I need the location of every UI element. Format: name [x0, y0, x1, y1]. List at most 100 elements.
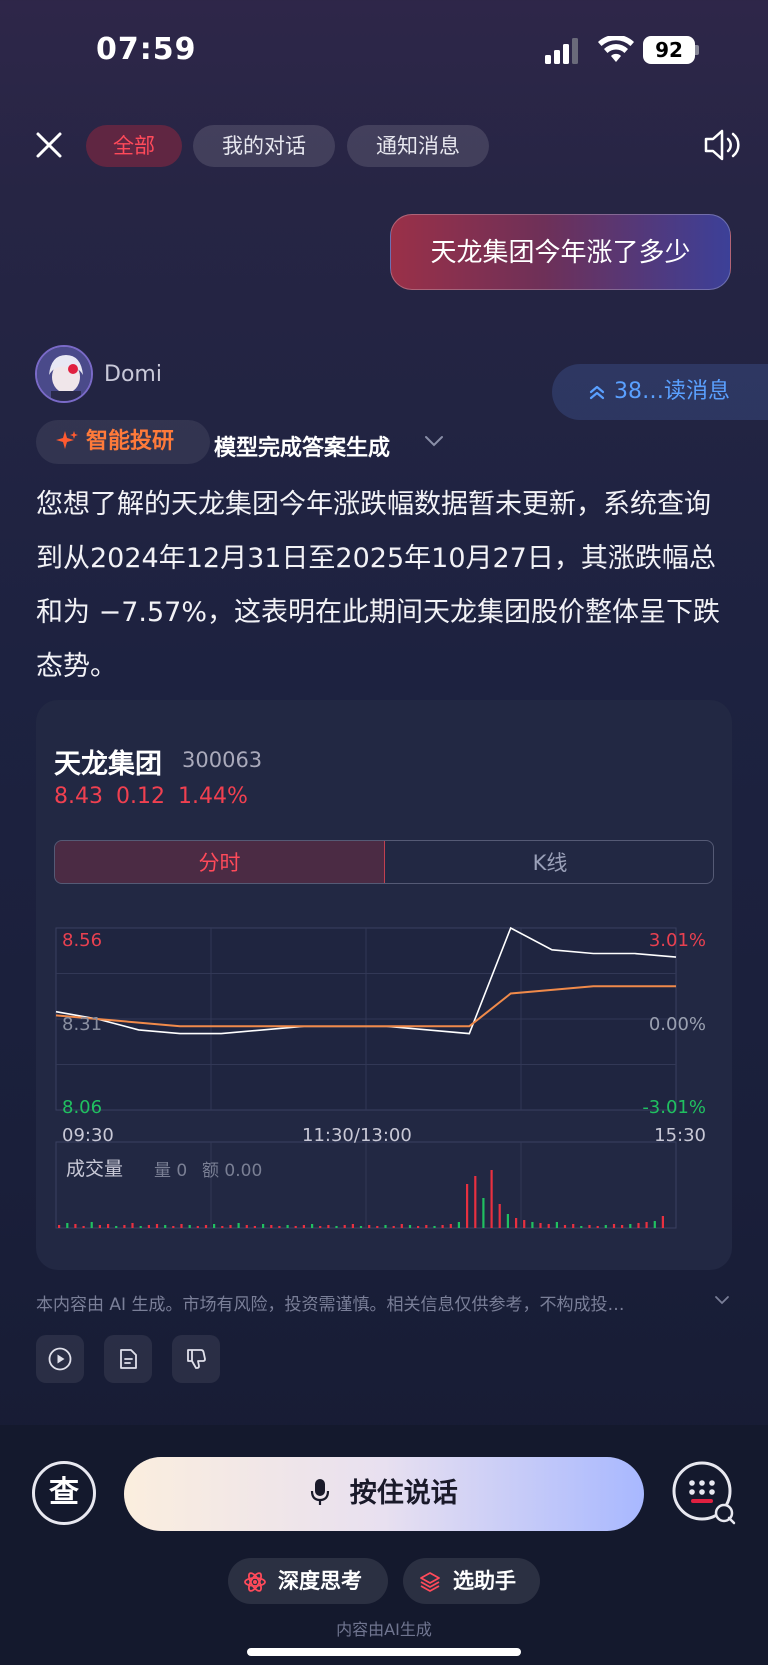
user-message-bubble[interactable]: 天龙集团今年涨了多少 — [390, 214, 731, 290]
volume-bar — [213, 1224, 216, 1228]
volume-bar — [572, 1224, 575, 1228]
status-time: 07:59 — [96, 32, 197, 67]
volume-bar — [147, 1225, 150, 1228]
volume-bar — [498, 1204, 501, 1228]
deep-think-button[interactable]: 深度思考 — [228, 1558, 388, 1604]
volume-bar — [262, 1224, 265, 1228]
volume-bar — [131, 1223, 134, 1228]
volume-bar — [547, 1224, 550, 1228]
price-low-label: 8.06 — [62, 1097, 103, 1118]
stock-card[interactable]: 天龙集团 300063 8.43 0.12 1.44% 分时 K线 8.56 8… — [36, 700, 732, 1270]
volume-bar — [400, 1224, 403, 1228]
volume-bar — [637, 1223, 640, 1228]
volume-bar — [612, 1224, 616, 1228]
bot-name: Domi — [104, 362, 162, 387]
wifi-icon — [598, 36, 634, 62]
volume-bar — [629, 1224, 632, 1228]
volume-bar — [433, 1226, 436, 1228]
volume-bar — [107, 1224, 110, 1228]
deep-think-label: 深度思考 — [278, 1569, 362, 1593]
avatar[interactable] — [35, 345, 93, 403]
volume-bar — [474, 1176, 477, 1228]
double-chevron-up-icon — [589, 385, 605, 400]
keyboard-search-icon[interactable] — [672, 1461, 736, 1525]
volume-bar — [653, 1221, 656, 1228]
tab-all[interactable]: 全部 — [86, 125, 182, 167]
volume-bar — [82, 1226, 85, 1228]
volume-bar — [466, 1184, 469, 1228]
select-assistant-button[interactable]: 选助手 — [403, 1558, 540, 1604]
volume-bar — [531, 1222, 534, 1228]
volume-bar — [221, 1226, 224, 1228]
play-button[interactable] — [36, 1335, 84, 1383]
layers-icon — [420, 1572, 440, 1592]
intraday-chart[interactable] — [54, 920, 714, 1230]
volume-bar — [123, 1225, 126, 1228]
chevron-down-icon[interactable] — [424, 434, 444, 448]
tab-my-conversations[interactable]: 我的对话 — [193, 125, 335, 167]
volume-bar — [368, 1225, 371, 1228]
volume-bar — [155, 1224, 159, 1228]
battery-icon: 92 — [643, 36, 699, 64]
volume-bar — [417, 1226, 420, 1228]
volume-bar — [351, 1224, 354, 1228]
volume-bar — [270, 1225, 273, 1228]
volume-bar — [457, 1222, 460, 1228]
volume-bar — [172, 1226, 175, 1228]
unread-label: 38…读消息 — [614, 379, 730, 404]
volume-bar — [661, 1216, 664, 1228]
volume-bar — [90, 1222, 93, 1228]
volume-bar — [645, 1222, 648, 1228]
badge-label: 智能投研 — [86, 429, 175, 454]
unread-messages-button[interactable]: 38…读消息 — [552, 364, 768, 420]
talk-label: 按住说话 — [349, 1478, 458, 1509]
ai-generated-note: 内容由AI生成 — [336, 1620, 432, 1639]
volume-bar — [515, 1218, 518, 1228]
tab-intraday[interactable]: 分时 — [55, 841, 385, 883]
signal-icon — [545, 38, 578, 64]
volume-bar — [253, 1226, 256, 1228]
volume-bar — [441, 1225, 444, 1228]
volume-bar — [596, 1226, 599, 1228]
select-assistant-label: 选助手 — [453, 1569, 516, 1593]
dislike-button[interactable] — [172, 1335, 220, 1383]
volume-bar — [164, 1225, 167, 1228]
bottom-panel: 查 按住说话 深度思考 选助手 内容由AI生成 — [0, 1425, 768, 1665]
volume-bar — [343, 1225, 346, 1228]
copy-button[interactable] — [104, 1335, 152, 1383]
volume-bar — [490, 1170, 493, 1228]
tab-kline[interactable]: K线 — [385, 841, 713, 883]
volume-bar — [180, 1224, 183, 1228]
status-bar: 07:59 92 — [0, 0, 768, 100]
price-high-label: 8.56 — [62, 930, 103, 951]
time-end-label: 15:30 — [654, 1125, 706, 1146]
pct-high-label: 3.01% — [648, 930, 706, 951]
volume-bar — [506, 1214, 509, 1228]
volume-bar — [98, 1225, 101, 1228]
document-icon — [120, 1349, 137, 1369]
generation-status[interactable]: 模型完成答案生成 — [214, 430, 390, 462]
speaker-icon[interactable] — [702, 126, 742, 164]
ai-disclaimer: 本内容由 AI 生成。市场有风险，投资需谨慎。相关信息仅供参考，不构成投… — [36, 1295, 625, 1315]
answer-text: 您想了解的天龙集团今年涨跌幅数据暂未更新，系统查询到从2024年12月31日至2… — [36, 489, 720, 682]
lookup-button[interactable]: 查 — [32, 1461, 96, 1525]
play-icon — [48, 1347, 72, 1371]
volume-bar — [66, 1223, 69, 1228]
microphone-icon — [311, 1478, 330, 1505]
volume-bar — [311, 1224, 314, 1228]
volume-bar — [335, 1226, 338, 1228]
close-icon[interactable] — [30, 126, 68, 164]
volume-bar — [245, 1225, 248, 1228]
atom-icon — [244, 1572, 266, 1592]
home-indicator[interactable] — [247, 1648, 521, 1656]
volume-bar — [58, 1225, 61, 1228]
volume-bar — [539, 1223, 542, 1228]
volume-bar — [294, 1226, 297, 1228]
volume-bar — [327, 1225, 330, 1228]
hold-to-talk-button[interactable]: 按住说话 — [124, 1457, 644, 1531]
tab-notifications[interactable]: 通知消息 — [347, 125, 489, 167]
chart-tabs: 分时 K线 — [54, 840, 714, 884]
volume-bar — [563, 1225, 567, 1228]
volume-amount: 额 0.00 — [202, 1161, 263, 1181]
chevron-down-icon[interactable] — [714, 1294, 730, 1306]
